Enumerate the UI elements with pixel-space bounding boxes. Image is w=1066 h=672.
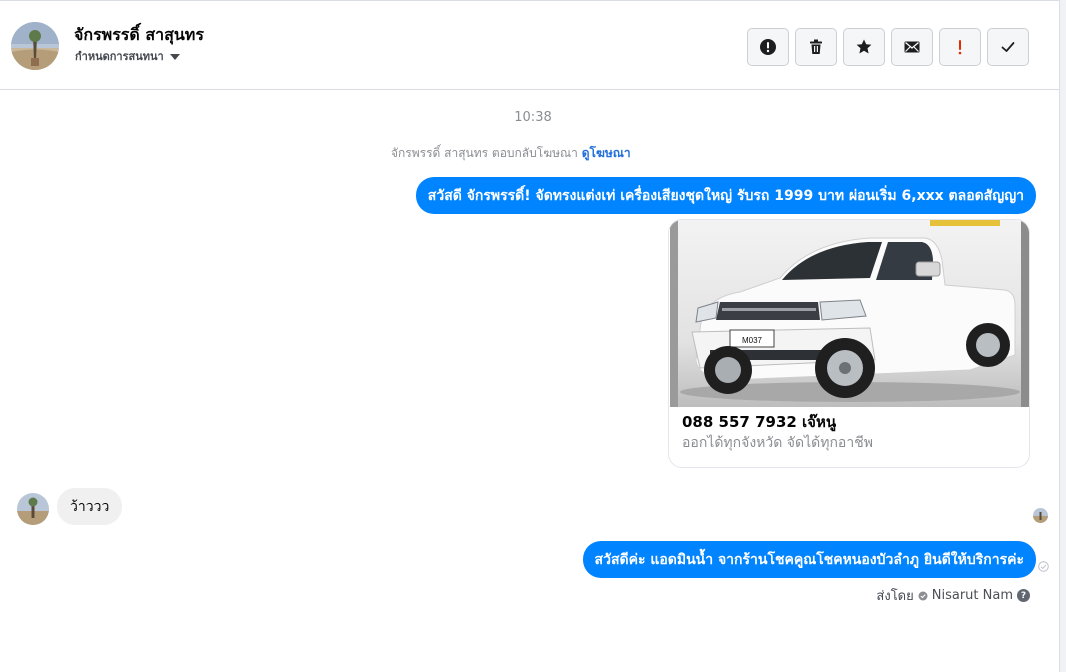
red-exclamation-icon (958, 40, 962, 55)
contact-avatar-small (17, 493, 49, 525)
view-ad-link[interactable]: ดูโฆษณา (582, 146, 631, 160)
sent-by-agent-name[interactable]: Nisarut Nam (932, 588, 1013, 603)
exclamation-circle-icon (760, 39, 776, 55)
outgoing-message-bubble: สวัสดี จักรพรรดิ์! จัดทรงแต่งเท่ เครื่อง… (415, 177, 1036, 214)
ad-card[interactable]: M037 088 557 7932 เจ๊หนู ออกได้ทุกจังหวั… (668, 219, 1030, 468)
read-receipt-avatar (1033, 508, 1048, 523)
sent-by-label: ส่งโดย (876, 589, 914, 604)
scrollbar[interactable] (1060, 0, 1066, 672)
help-icon[interactable]: ? (1017, 589, 1030, 602)
envelope-icon (904, 41, 920, 53)
conversation-toolbar (747, 28, 1029, 66)
license-plate-text: M037 (742, 336, 763, 345)
ad-description: ออกได้ทุกจังหวัด จัดได้ทุกอาชีพ (682, 435, 873, 451)
trash-icon (810, 39, 822, 54)
caret-down-icon (169, 53, 180, 60)
ad-car-image: M037 (670, 220, 1029, 407)
conversation-settings-label: กำหนดการสนทนา (75, 50, 164, 63)
conversation-settings-dropdown[interactable]: กำหนดการสนทนา (75, 47, 180, 65)
spam-report-button[interactable] (747, 28, 789, 66)
checkmark-icon (1001, 42, 1015, 52)
star-button[interactable] (843, 28, 885, 66)
sent-by-info: ส่งโดย Nisarut Nam ? (876, 585, 1030, 606)
conversation-header: จักรพรรดิ์ สาสุนทร กำหนดการสนทนา (0, 1, 1059, 90)
mark-done-button[interactable] (987, 28, 1029, 66)
star-icon (856, 39, 872, 54)
ad-title: 088 557 7932 เจ๊หนู (682, 413, 837, 431)
outgoing-message-bubble-2: สวัสดีค่ะ แอดมินน้ำ จากร้านโชคคูณโชคหนอง… (582, 541, 1036, 578)
message-timestamp: 10:38 (514, 110, 552, 125)
contact-avatar[interactable] (11, 22, 59, 70)
ad-reply-text: จักรพรรดิ์ สาสุนทร ตอบกลับโฆษณา (391, 146, 578, 160)
delete-button[interactable] (795, 28, 837, 66)
incoming-message-bubble: ว้าววว (57, 488, 123, 525)
mark-unread-button[interactable] (891, 28, 933, 66)
sent-check-icon (1038, 561, 1049, 572)
ad-reply-notice: จักรพรรดิ์ สาสุนทร ตอบกลับโฆษณา ดูโฆษณา (391, 144, 631, 163)
contact-name[interactable]: จักรพรรดิ์ สาสุนทร (74, 23, 204, 48)
follow-up-button[interactable] (939, 28, 981, 66)
verified-agent-icon (918, 591, 928, 600)
